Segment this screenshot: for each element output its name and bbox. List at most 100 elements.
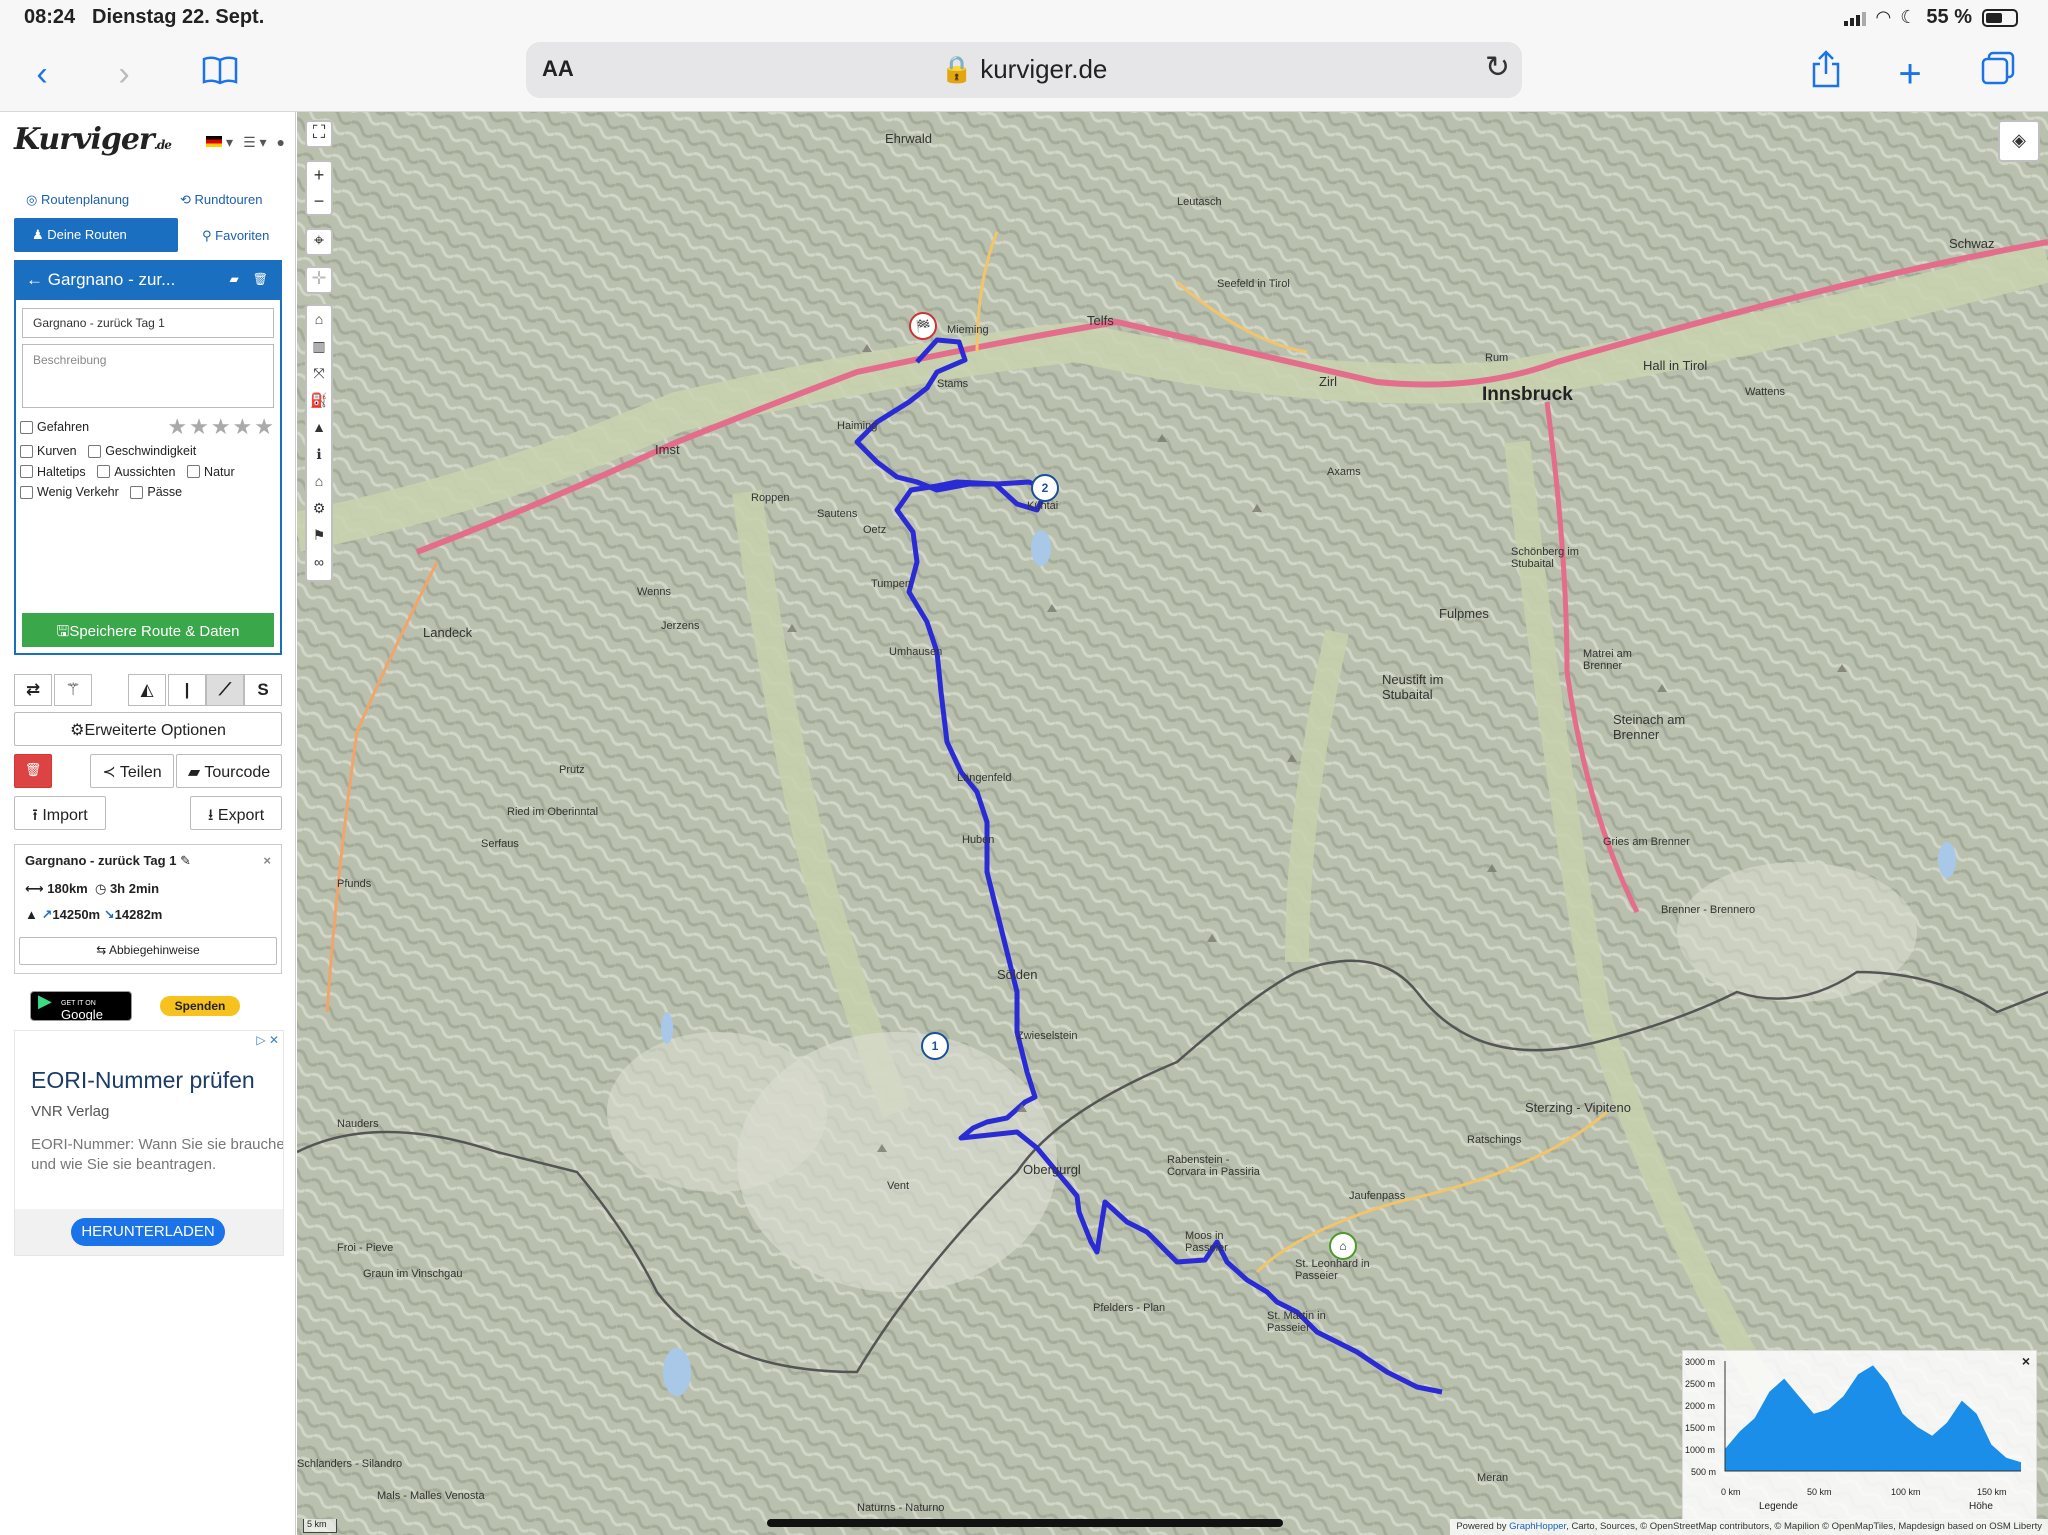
ad-title[interactable]: EORI-Nummer prüfen	[31, 1067, 255, 1094]
zoom-in-button[interactable]: +	[307, 162, 331, 188]
fullscreen-button[interactable]: ⛶	[305, 120, 333, 148]
elev-y-tick: 500 m	[1691, 1467, 1717, 1477]
label-pfunds: Pfunds	[337, 878, 372, 890]
address-bar[interactable]: AA 🔒 kurviger.de ↻	[526, 42, 1522, 98]
directions-button[interactable]: ⇆ Abbiegehinweise	[19, 937, 277, 965]
crosshair-button[interactable]: ✛	[305, 266, 333, 294]
label-umhausen: Umhausen	[889, 646, 943, 658]
label-zirl: Zirl	[1319, 374, 1338, 389]
route-name-input[interactable]: Gargnano - zurück Tag 1	[22, 308, 274, 338]
elev-legend-button[interactable]: Legende	[1759, 1501, 1798, 1512]
new-tab-icon[interactable]: +	[1886, 50, 1934, 98]
ad-publisher: VNR Verlag	[31, 1103, 110, 1120]
route-panel: ← Gargnano - zur... ▰ 🗑 Gargnano - zurück…	[14, 260, 282, 655]
checkbox-paesse[interactable]: Pässe	[130, 485, 182, 499]
checkbox-natur[interactable]: Natur	[187, 465, 235, 479]
elevation-profile[interactable]: × 3000 m 2500 m 2000 m 1500 m 1000 m 500…	[1682, 1350, 2037, 1520]
save-route-button[interactable]: 🖫Speichere Route & Daten	[22, 613, 274, 647]
label-jaufenpass: Jaufenpass	[1349, 1190, 1406, 1202]
google-play-badge[interactable]: ▶ GET IT ON Google Play	[30, 991, 132, 1032]
moon-icon: ☾	[1900, 7, 1917, 27]
gear-icon: ⚙	[70, 722, 85, 739]
label-landeck: Landeck	[423, 625, 473, 640]
tab-routenplanung[interactable]: ◎ Routenplanung	[26, 192, 129, 208]
fit-route-icon[interactable]: ⤧	[307, 360, 331, 387]
user-icon[interactable]: ●	[277, 134, 285, 151]
swap-button[interactable]: ⇄	[14, 674, 52, 706]
elev-y-tick: 2000 m	[1685, 1401, 1716, 1411]
menu-icon[interactable]: ☰ ▾	[243, 134, 266, 151]
import-button[interactable]: ⭱ Import	[14, 796, 106, 830]
description-textarea[interactable]: Beschreibung	[22, 344, 274, 408]
elev-y-tick: 1500 m	[1685, 1423, 1716, 1433]
reload-icon[interactable]: ↻	[1485, 50, 1510, 85]
folder-icon[interactable]: ▰	[230, 272, 239, 286]
checkbox-haltetips[interactable]: Haltetips	[20, 465, 86, 479]
finish-flag-marker[interactable]: 🏁	[909, 312, 937, 340]
export-button[interactable]: ⭳ Export	[190, 796, 282, 830]
checkbox-aussichten[interactable]: Aussichten	[97, 465, 175, 479]
share-route-button[interactable]: ≺ Teilen	[90, 754, 174, 788]
mode-s-curve-button[interactable]: S	[244, 674, 282, 706]
locate-button[interactable]: ⌖	[305, 228, 333, 256]
bookmarks-icon[interactable]	[196, 50, 244, 98]
waypoint-marker-2[interactable]: 2	[1031, 474, 1059, 502]
delete-route-button[interactable]: 🗑	[14, 754, 52, 788]
map[interactable]: Innsbruck Ehrwald Imst Landeck Sölden Ob…	[297, 112, 2048, 1535]
forward-icon[interactable]: ›	[100, 50, 148, 98]
ad-download-button[interactable]: HERUNTERLADEN	[71, 1218, 225, 1246]
mountain-icon[interactable]: ▲	[307, 414, 331, 441]
url-text: kurviger.de	[980, 54, 1108, 84]
settings-icon[interactable]: ⚙	[307, 495, 331, 522]
tab-favoriten[interactable]: ⚲ Favoriten	[202, 228, 269, 244]
tabs-icon[interactable]	[1974, 50, 2022, 98]
edit-icon[interactable]: ✎	[180, 853, 191, 868]
label-vent: Vent	[887, 1180, 910, 1192]
share-icon[interactable]	[1802, 50, 1850, 98]
map-icon[interactable]: ▥	[307, 333, 331, 360]
cellular-signal-icon	[1844, 10, 1867, 26]
advanced-options-button[interactable]: ⚙Erweiterte Optionen	[14, 712, 282, 746]
flag-icon[interactable]: ⚑	[307, 522, 331, 549]
back-arrow-icon[interactable]: ←	[26, 270, 43, 289]
mode-straight-button[interactable]: |	[168, 674, 206, 706]
checkbox-gefahren[interactable]: Gefahren	[20, 420, 89, 434]
mode-curvy-button[interactable]: ◭	[128, 674, 166, 706]
ad-description: EORI-Nummer: Wann Sie sie brauchen und w…	[31, 1136, 284, 1173]
home-marker[interactable]: ⌂	[1329, 1232, 1357, 1260]
back-icon[interactable]: ‹	[18, 50, 66, 98]
tag-icon: ▰	[187, 764, 201, 781]
magic-wand-button[interactable]: ⚚	[54, 674, 92, 706]
layers-icon[interactable]: ◈	[1998, 120, 2040, 162]
loop-icon: ⟲	[180, 192, 191, 207]
checkbox-geschwindigkeit[interactable]: Geschwindigkeit	[88, 444, 196, 458]
home-poi-icon[interactable]: ⌂	[307, 306, 331, 333]
label-ehrwald: Ehrwald	[885, 131, 932, 146]
graphhopper-link[interactable]: GraphHopper	[1509, 1521, 1566, 1532]
label-meran: Meran	[1477, 1472, 1509, 1484]
tourcode-button[interactable]: ▰ Tourcode	[176, 754, 282, 788]
ad-choices-icon[interactable]: ▷ ✕	[256, 1033, 279, 1047]
label-graun: Graun im Vinschgau	[363, 1268, 463, 1280]
trash-icon[interactable]: 🗑	[253, 272, 268, 286]
waypoint-marker-1[interactable]: 1	[921, 1032, 949, 1060]
donate-button[interactable]: Spenden	[160, 996, 240, 1016]
label-sautens: Sautens	[817, 508, 858, 520]
language-flag-icon[interactable]: ▾	[206, 134, 233, 151]
checkbox-wenig-verkehr[interactable]: Wenig Verkehr	[20, 485, 119, 499]
fuel-icon[interactable]: ⛽	[307, 387, 331, 414]
zoom-out-button[interactable]: −	[307, 188, 331, 214]
info-icon[interactable]: ℹ	[307, 441, 331, 468]
close-icon[interactable]: ×	[263, 853, 271, 868]
binoculars-icon[interactable]: ∞	[307, 549, 331, 576]
elev-y-tick: 2500 m	[1685, 1379, 1716, 1389]
kurviger-logo[interactable]: Kurviger.de	[14, 122, 172, 157]
tab-deine-routen[interactable]: ♟ Deine Routen	[14, 218, 178, 252]
museum-icon[interactable]: ⌂	[307, 468, 331, 495]
advertisement[interactable]: ▷ ✕ EORI-Nummer prüfen VNR Verlag EORI-N…	[14, 1030, 284, 1256]
rating-stars[interactable]: ★★★★★	[167, 414, 276, 440]
checkbox-kurven[interactable]: Kurven	[20, 444, 77, 458]
mode-draw-button[interactable]: ⟋	[206, 674, 244, 706]
tab-rundtouren[interactable]: ⟲ Rundtouren	[180, 192, 262, 208]
elevation-icon: ▲	[25, 907, 38, 922]
